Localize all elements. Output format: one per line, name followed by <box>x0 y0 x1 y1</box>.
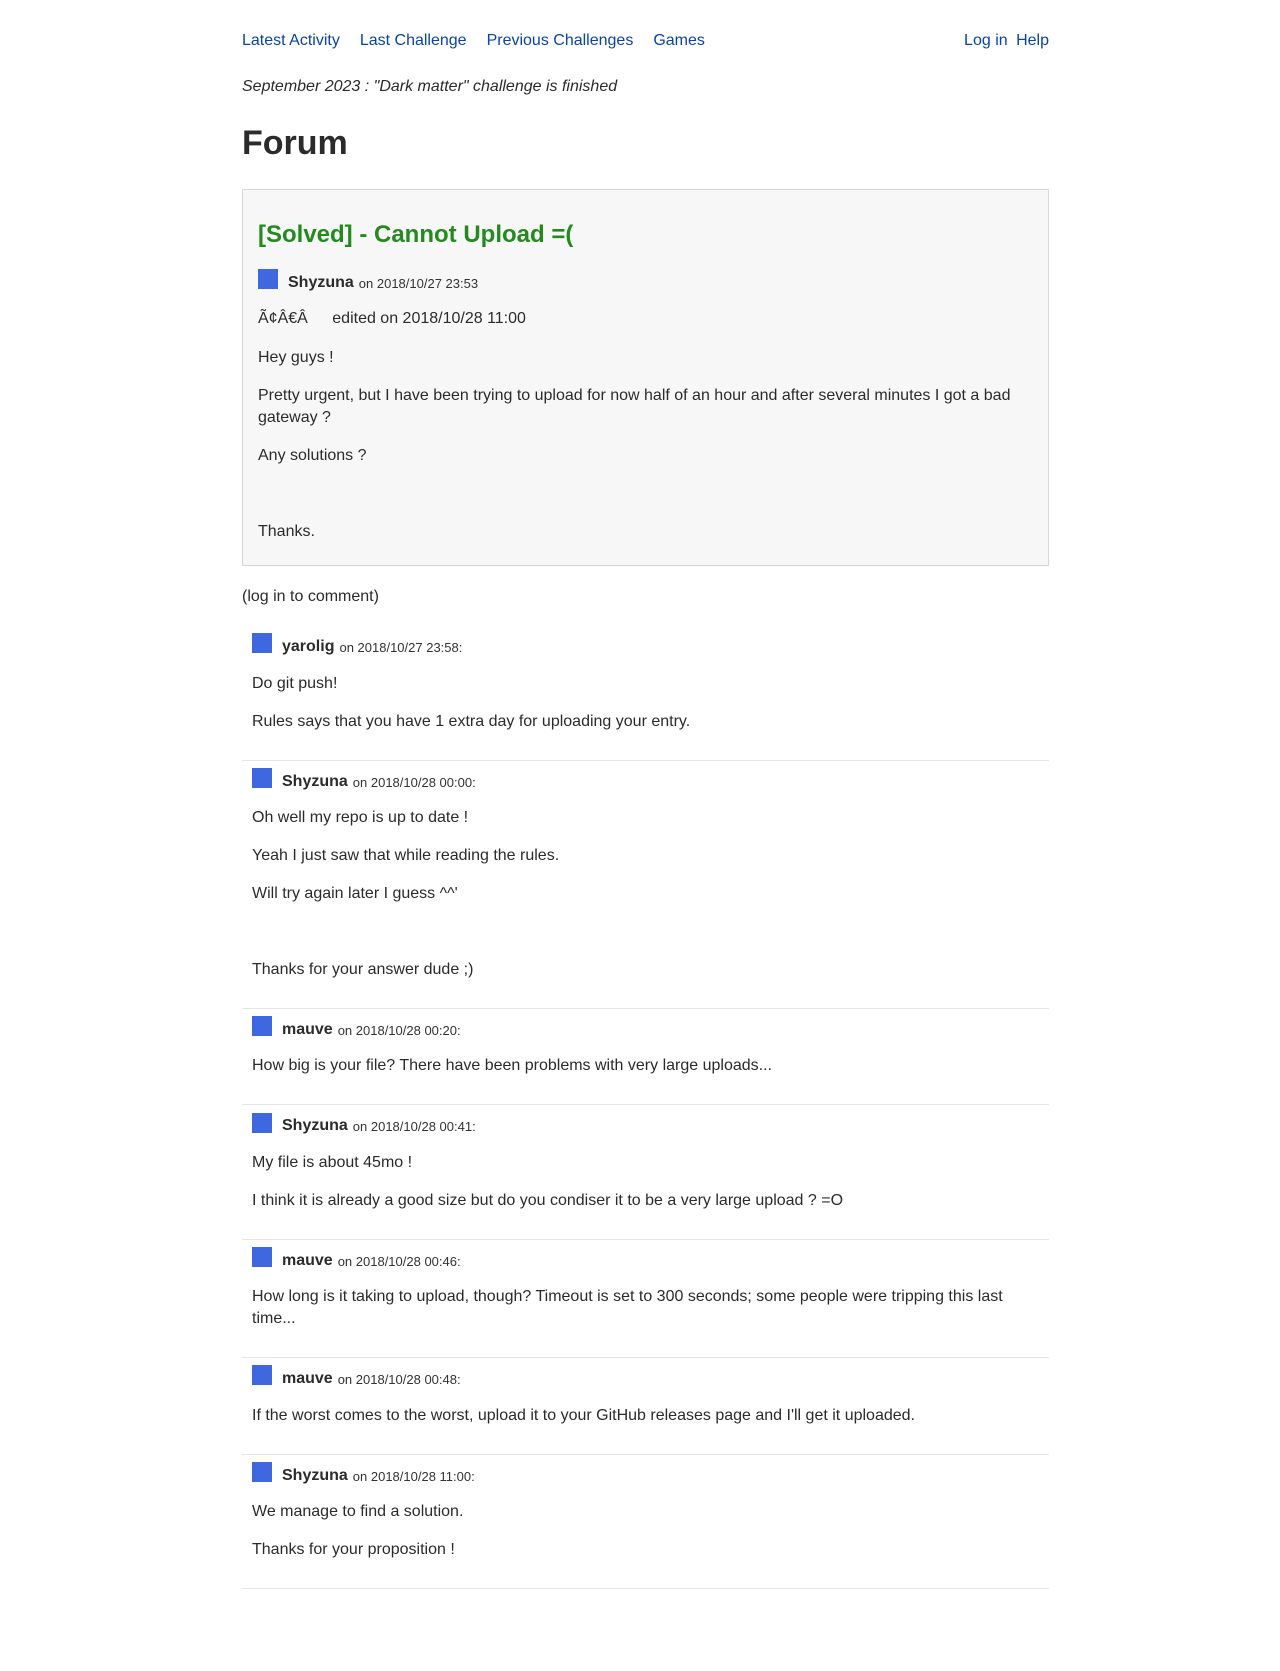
edited-date: edited on 2018/10/28 11:00 <box>332 310 526 328</box>
avatar[interactable] <box>252 633 272 654</box>
comment-paragraph: If the worst comes to the worst, upload … <box>252 1406 915 1424</box>
comment-author[interactable]: yarolig <box>282 636 334 658</box>
comment-meta: yarolig on 2018/10/27 23:58: <box>252 633 1039 658</box>
login-to-comment[interactable]: (log in to comment) <box>242 586 1049 608</box>
page: Latest Activity Last Challenge Previous … <box>242 0 1049 1589</box>
comment-body: Oh well my repo is up to date ! Yeah I ju… <box>252 807 1039 981</box>
comment-paragraph: Do git push! <box>252 674 338 692</box>
post-paragraph: Pretty urgent, but I have been trying to… <box>258 386 1011 426</box>
avatar[interactable] <box>252 1246 272 1267</box>
comment: Shyzuna on 2018/10/28 00:00: Oh well my re… <box>242 761 1049 1009</box>
comment-date: on 2018/10/27 23:58: <box>339 640 463 656</box>
thread-title: [Solved] - Cannot Upload =( <box>258 221 574 248</box>
comment-meta: mauve on 2018/10/28 00:48: <box>252 1365 1039 1390</box>
comment: mauve on 2018/10/28 00:48: If the worst co… <box>242 1358 1049 1455</box>
comment-meta: Shyzuna on 2018/10/28 11:00: <box>252 1461 1039 1487</box>
post-meta: Shyzuna on 2018/10/27 23:53 <box>258 269 1033 294</box>
comment-paragraph: My file is about 45mo ! <box>252 1153 413 1171</box>
nav-games[interactable]: Games <box>653 30 705 52</box>
avatar[interactable] <box>258 269 278 290</box>
comment-body: Do git push! Rules says that you have 1 e… <box>252 673 1039 733</box>
comment-paragraph: Oh well my repo is up to date ! <box>252 808 469 826</box>
post-body: Hey guys ! Pretty urgent, but I have been… <box>258 347 1033 543</box>
post-paragraph <box>258 483 1033 505</box>
comment: yarolig on 2018/10/27 23:58: Do git push! R… <box>242 626 1049 761</box>
avatar[interactable] <box>252 1016 272 1037</box>
comment-paragraph: Will try again later I guess ^^' <box>252 884 458 902</box>
top-nav: Latest Activity Last Challenge Previous … <box>242 28 1049 54</box>
nav-right: Log in Help <box>964 30 1049 52</box>
comment-paragraph: Rules says that you have 1 extra day for… <box>252 712 691 730</box>
comment-paragraph: Yeah I just saw that while reading the r… <box>252 846 560 864</box>
comment-author[interactable]: mauve <box>282 1368 333 1390</box>
post-paragraph: Any solutions ? <box>258 446 367 464</box>
comment-body: How big is your file? There have been pr… <box>252 1055 1039 1077</box>
post-paragraph: Thanks. <box>258 522 315 540</box>
comment-paragraph: I think it is already a good size but do… <box>252 1191 844 1209</box>
comment-author[interactable]: mauve <box>282 1019 333 1041</box>
comment-date: on 2018/10/28 11:00: <box>352 1468 475 1484</box>
comment-body: My file is about 45mo ! I think it is alr… <box>252 1152 1039 1212</box>
comment-meta: Shyzuna on 2018/10/28 00:41: <box>252 1112 1039 1137</box>
comment-date: on 2018/10/28 00:00: <box>352 774 476 790</box>
comment-author[interactable]: Shyzuna <box>282 1465 348 1487</box>
nav-latest-activity[interactable]: Latest Activity <box>242 30 340 52</box>
comment-date: on 2018/10/28 00:20: <box>337 1023 461 1039</box>
nav-login[interactable]: Log in <box>964 32 1008 49</box>
thread-post: [Solved] - Cannot Upload =( Shyzuna on 2… <box>242 189 1049 566</box>
comment: Shyzuna on 2018/10/28 00:41: My file is ab… <box>242 1105 1049 1240</box>
comment-meta: mauve on 2018/10/28 00:46: <box>252 1246 1039 1272</box>
news-banner: September 2023 : "Dark matter" challenge… <box>242 78 618 95</box>
comment-list: yarolig on 2018/10/27 23:58: Do git push! R… <box>242 626 1049 1589</box>
post-date: on 2018/10/27 23:53 <box>358 276 479 292</box>
comment-paragraph: Thanks for your answer dude ;) <box>252 960 474 978</box>
comment-meta: mauve on 2018/10/28 00:20: <box>252 1016 1039 1041</box>
edited-glyph: Ã¢Â€Â <box>258 310 308 328</box>
post-paragraph: Hey guys ! <box>258 348 334 366</box>
avatar[interactable] <box>252 1461 272 1482</box>
comment-paragraph: Thanks for your proposition ! <box>252 1540 455 1558</box>
edited-note: Ã¢Â€Â edited on 2018/10/28 11:00 <box>258 308 1033 330</box>
page-title: Forum <box>242 124 348 162</box>
avatar[interactable] <box>252 1112 272 1133</box>
nav-last-challenge[interactable]: Last Challenge <box>360 30 467 52</box>
comment-author[interactable]: Shyzuna <box>282 1115 348 1137</box>
nav-previous-challenges[interactable]: Previous Challenges <box>487 30 634 52</box>
comment-body: If the worst comes to the worst, upload … <box>252 1405 1039 1427</box>
comment-paragraph: How big is your file? There have been pr… <box>252 1057 772 1075</box>
comment-body: How long is it taking to upload, though?… <box>252 1286 1039 1330</box>
comment-author[interactable]: mauve <box>282 1250 333 1272</box>
comment: Shyzuna on 2018/10/28 11:00: We manage to … <box>242 1455 1049 1589</box>
comment-date: on 2018/10/28 00:48: <box>337 1372 461 1388</box>
comment-author[interactable]: Shyzuna <box>282 771 348 793</box>
comment-date: on 2018/10/28 00:46: <box>337 1253 461 1269</box>
comment-date: on 2018/10/28 00:41: <box>352 1119 476 1135</box>
comment-paragraph: How long is it taking to upload, though?… <box>252 1288 1003 1328</box>
comment-meta: Shyzuna on 2018/10/28 00:00: <box>252 767 1039 793</box>
avatar[interactable] <box>252 767 272 788</box>
nav-help[interactable]: Help <box>1016 32 1049 49</box>
comment-body: We manage to find a solution. Thanks for … <box>252 1501 1039 1561</box>
avatar[interactable] <box>252 1365 272 1386</box>
comment-paragraph <box>252 921 1039 943</box>
comment: mauve on 2018/10/28 00:46: How long is it … <box>242 1240 1049 1359</box>
comment-paragraph: We manage to find a solution. <box>252 1502 464 1520</box>
comment: mauve on 2018/10/28 00:20: How big is your… <box>242 1009 1049 1106</box>
post-author[interactable]: Shyzuna <box>288 272 354 294</box>
